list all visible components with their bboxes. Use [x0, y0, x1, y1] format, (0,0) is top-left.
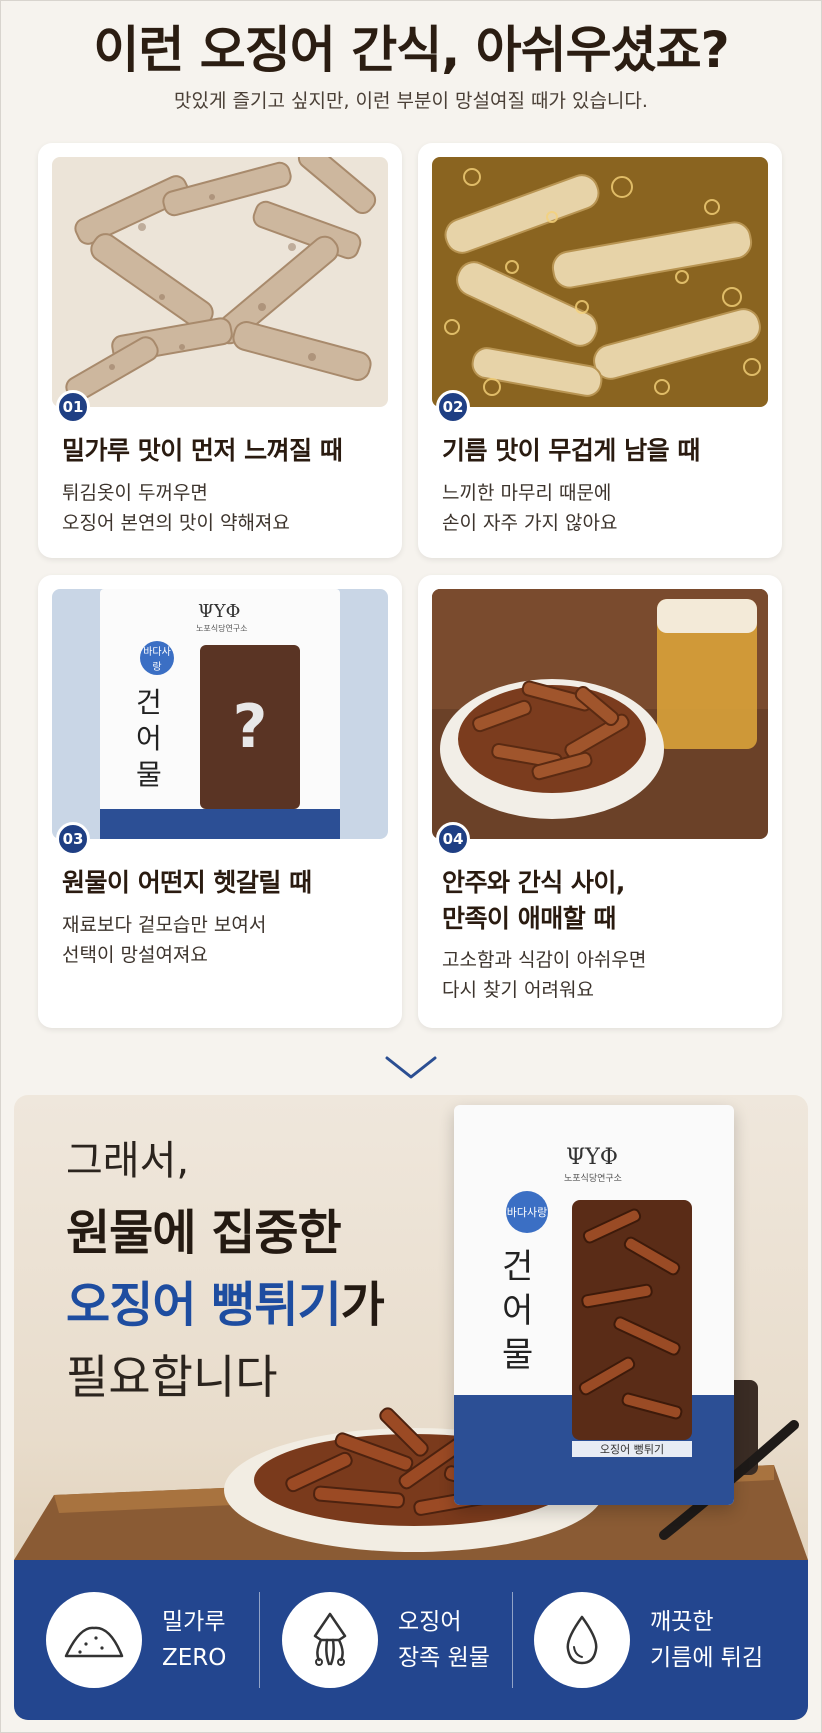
card-title: 기름 맛이 무겁게 남을 때: [442, 436, 700, 465]
card-flour-taste: 01 밀가루 맛이 먼저 느껴질 때 튀김옷이 두꺼우면 오징어 본연의 맛이 …: [38, 143, 402, 558]
hero-section: ΨΥΦ 노포식당연구소 바다사랑 건어물 오징어 뻥튀기 그래서, 원물에 집중…: [14, 1095, 808, 1720]
feature-line-2: ZERO: [162, 1645, 227, 1671]
feature-label: 오징어 장족 원물: [398, 1604, 490, 1676]
feature-line-1: 밀가루: [162, 1609, 226, 1635]
card-number-badge: 04: [436, 822, 470, 856]
page-subtitle: 맛있게 즐기고 싶지만, 이런 부분이 망설여질 때가 있습니다.: [174, 90, 648, 112]
card-desc-2: 오징어 본연의 맛이 약해져요: [62, 512, 290, 534]
card-title: 밀가루 맛이 먼저 느껴질 때: [62, 436, 343, 465]
hero-text-block: 그래서, 원물에 집중한 오징어 뻥튀기가 필요합니다: [66, 1125, 385, 1413]
package-window: ?: [200, 645, 300, 809]
brand-logo-sub: 노포식당연구소: [564, 1174, 622, 1184]
package-bag: ΨΥΦ 노포식당연구소 바다사랑 건어물 ?: [100, 589, 340, 839]
brand-side-mark: 바다사랑: [140, 641, 174, 675]
package-blue-band: [100, 809, 340, 839]
feature-divider: [259, 1592, 260, 1688]
feature-line-2: 장족 원물: [398, 1645, 490, 1671]
chevron-down-icon: [385, 1055, 437, 1085]
card-desc-2: 선택이 망설여져요: [62, 944, 208, 966]
brand-logo-sub: 노포식당연구소: [196, 624, 248, 633]
card-desc-2: 손이 자주 가지 않아요: [442, 512, 618, 534]
squid-bowl-beer-photo: [432, 589, 768, 839]
squid-icon: [282, 1592, 378, 1688]
feature-line-1: 오징어: [398, 1609, 462, 1635]
feature-divider: [512, 1592, 513, 1688]
hero-line-4: 필요합니다: [66, 1350, 278, 1404]
card-number-badge: 03: [56, 822, 90, 856]
card-number-badge: 02: [436, 390, 470, 424]
feature-label: 깨끗한 기름에 튀김: [650, 1604, 763, 1676]
brand-logo: ΨΥΦ: [566, 1145, 618, 1170]
feature-line-2: 기름에 튀김: [650, 1645, 764, 1671]
brand-main: 건어물: [136, 686, 162, 791]
card-title: 원물이 어떤지 헷갈릴 때: [62, 868, 312, 897]
hero-line-1: 그래서,: [66, 1138, 190, 1184]
card-oil-taste: 02 기름 맛이 무겁게 남을 때 느끼한 마무리 때문에 손이 자주 가지 않…: [418, 143, 782, 558]
feature-clean-oil: 깨끗한 기름에 튀김: [534, 1560, 763, 1720]
brand-side-mark: 바다사랑: [506, 1191, 548, 1233]
hero-package-bag: ΨΥΦ 노포식당연구소 바다사랑 건어물 오징어 뻥튀기: [454, 1105, 734, 1505]
card-desc-1: 재료보다 겉모습만 보여서: [62, 914, 267, 936]
brand-main: 건어물: [502, 1247, 534, 1375]
fried-squid-batter-photo: [52, 157, 388, 407]
hero-accent: 오징어 뻥튀기: [66, 1277, 342, 1333]
mystery-icon: ?: [232, 692, 268, 762]
feature-label: 밀가루 ZERO: [162, 1604, 226, 1676]
flour-icon: [46, 1592, 142, 1688]
oil-drop-icon: [534, 1592, 630, 1688]
feature-line-1: 깨끗한: [650, 1609, 714, 1635]
hero-line-2: 원물에 집중한: [66, 1205, 342, 1261]
card-desc-2: 다시 찾기 어려워요: [442, 979, 594, 1001]
feature-bar: 밀가루 ZERO 오징어 장족 원물 깨끗한 기름에 튀김: [14, 1560, 808, 1720]
card-title-line1: 안주와 간식 사이,: [442, 868, 625, 897]
package-window: [572, 1200, 692, 1440]
hero-line-3: 오징어 뻥튀기가: [66, 1269, 385, 1341]
feature-flour-zero: 밀가루 ZERO: [46, 1560, 226, 1720]
page-title: 이런 오징어 간식, 아쉬우셨죠?: [93, 21, 729, 79]
product-package-photo: ΨΥΦ 노포식당연구소 바다사랑 건어물 ?: [52, 589, 388, 839]
card-desc-1: 튀김옷이 두꺼우면: [62, 482, 208, 504]
card-number-badge: 01: [56, 390, 90, 424]
brand-logo: ΨΥΦ: [198, 601, 241, 622]
card-title-line2: 만족이 애매할 때: [442, 904, 616, 933]
frying-oil-photo: [432, 157, 768, 407]
card-snack-satisfaction: 04 안주와 간식 사이, 만족이 애매할 때 고소함과 식감이 아쉬우면 다시…: [418, 575, 782, 1028]
feature-squid: 오징어 장족 원물: [282, 1560, 490, 1720]
card-desc-1: 느끼한 마무리 때문에: [442, 482, 612, 504]
card-desc-1: 고소함과 식감이 아쉬우면: [442, 949, 647, 971]
hero-line-3-rest: 가: [340, 1277, 385, 1333]
card-unclear-ingredient: ΨΥΦ 노포식당연구소 바다사랑 건어물 ? 03 원물이 어떤지 헷갈릴 때 …: [38, 575, 402, 1028]
package-product-label: 오징어 뻥튀기: [572, 1441, 692, 1457]
